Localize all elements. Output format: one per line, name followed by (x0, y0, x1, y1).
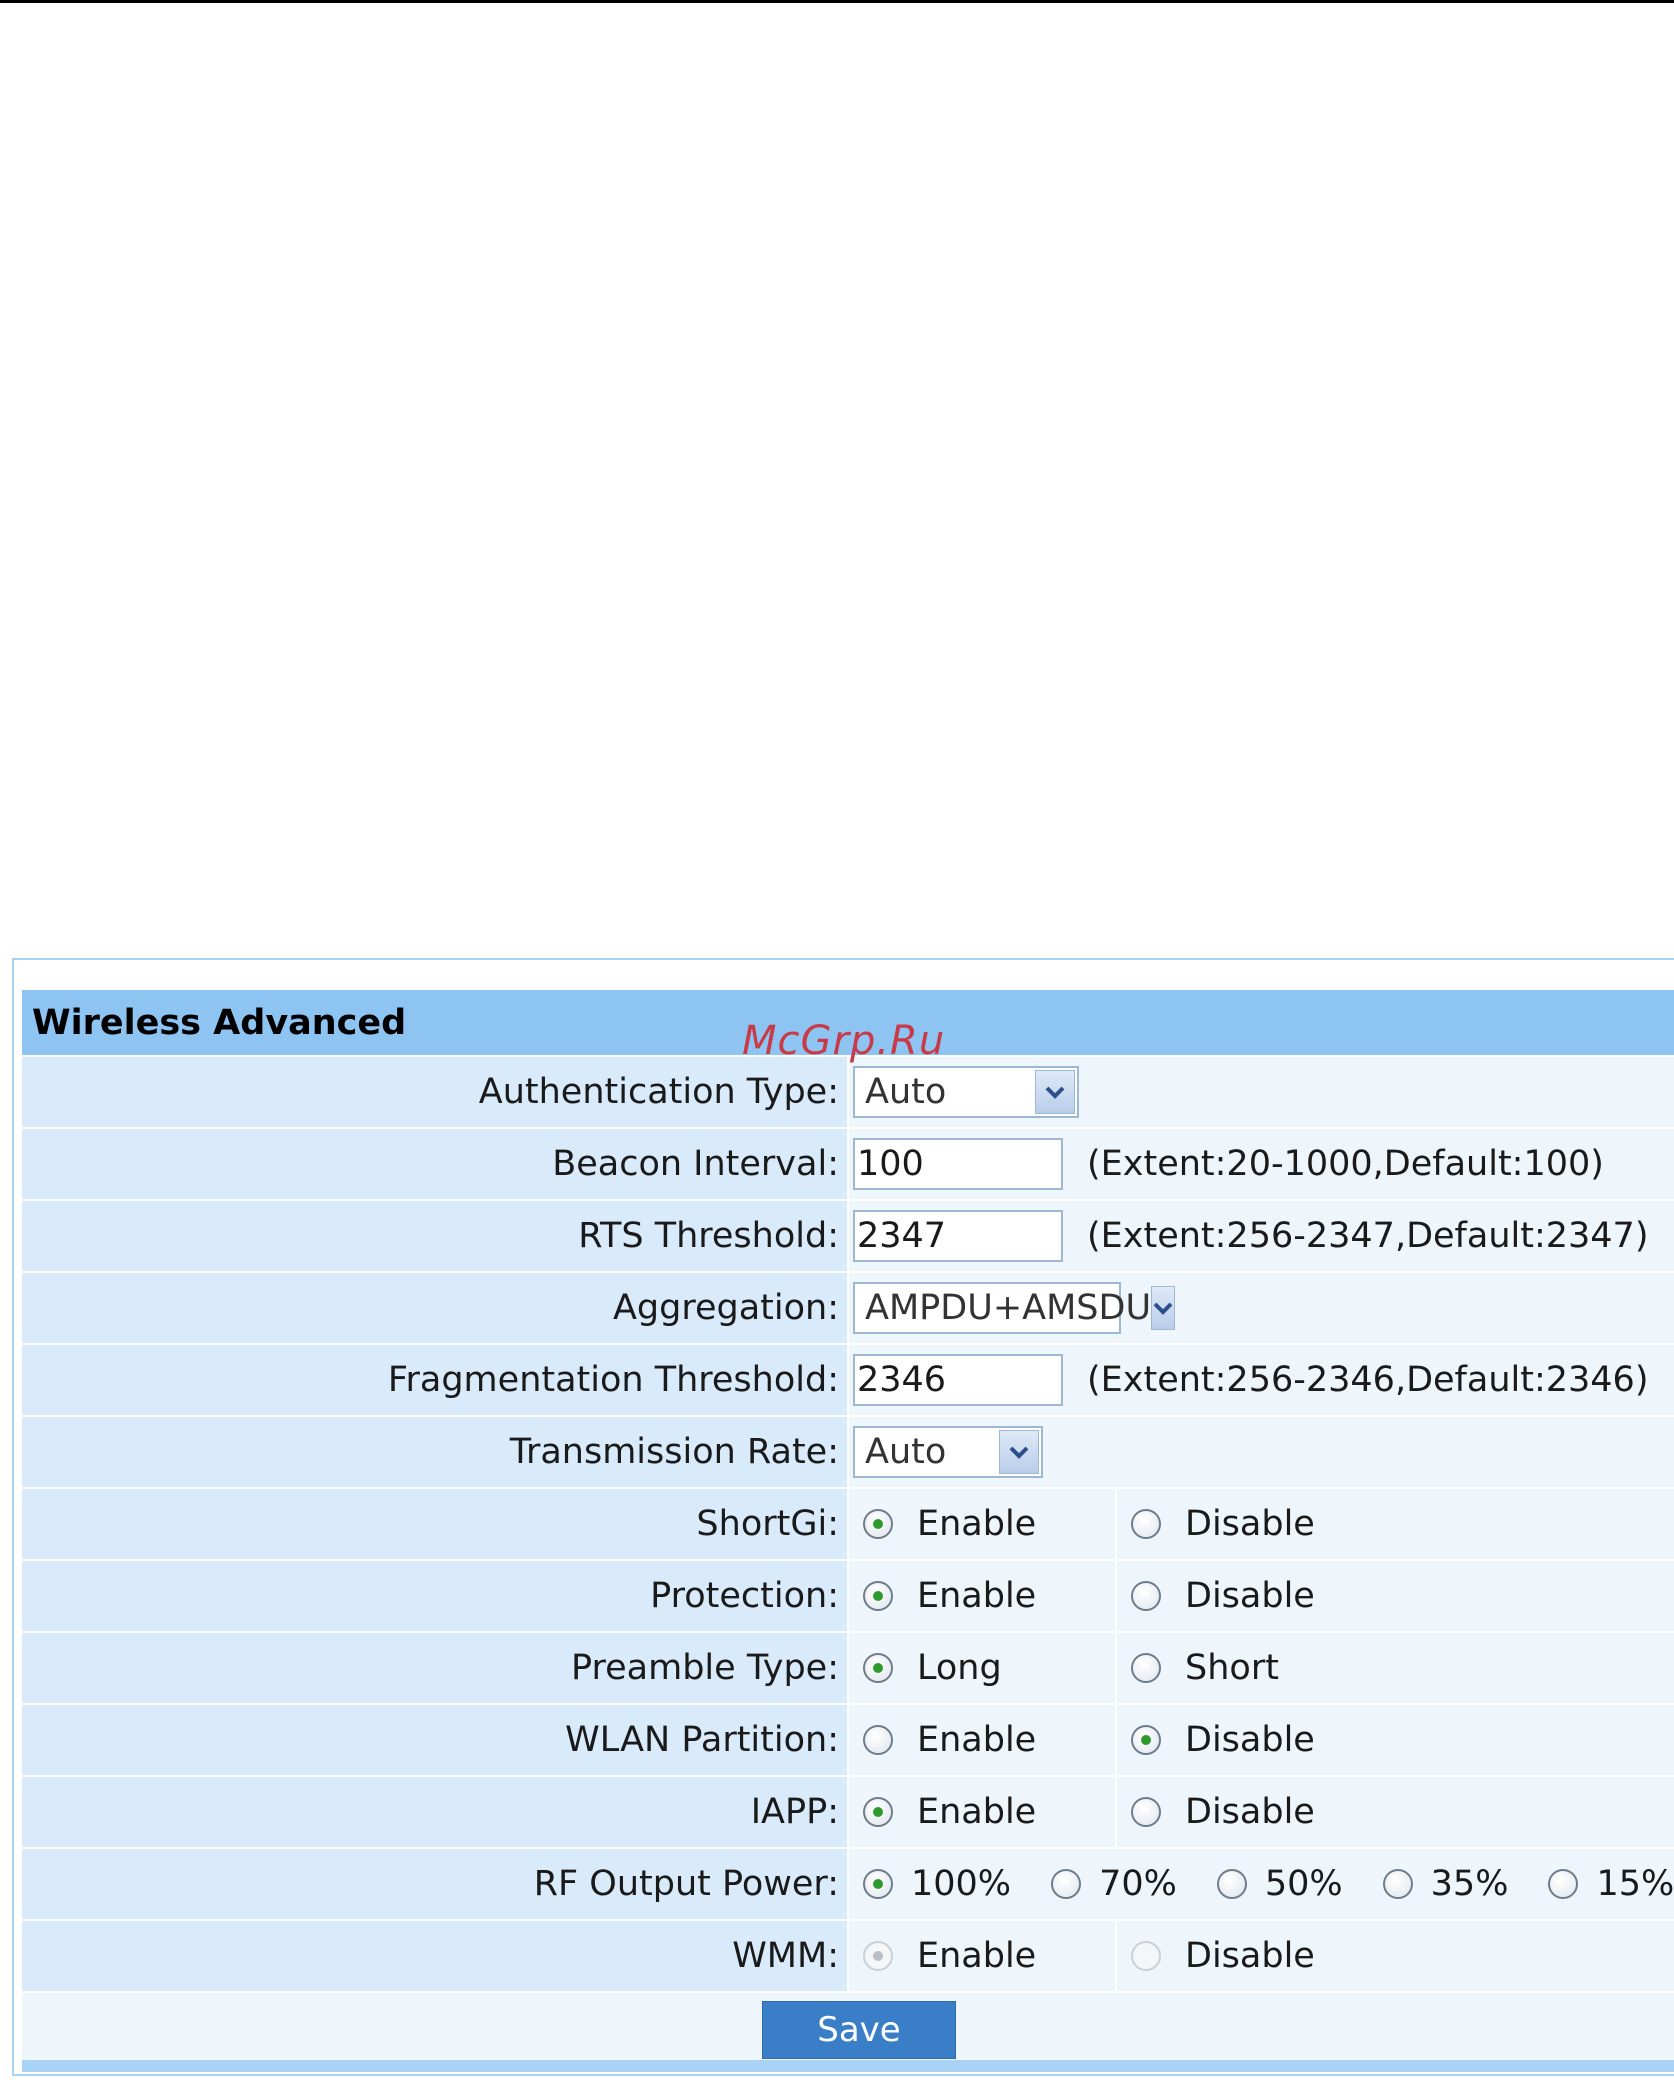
iapp-row: IAPP: Enable Disable (22, 1776, 1674, 1849)
wmm-label: WMM: (22, 1920, 849, 1993)
preamble-label: Preamble Type: (22, 1632, 849, 1705)
beacon-interval-input[interactable] (853, 1138, 1063, 1190)
auth-type-row: Authentication Type: Auto (22, 1056, 1674, 1129)
protection-enable-radio[interactable] (863, 1581, 893, 1611)
aggregation-label: Aggregation: (22, 1272, 849, 1345)
protection-disable-radio[interactable] (1131, 1581, 1161, 1611)
wmm-disable-label: Disable (1185, 1936, 1315, 1976)
tx-rate-select[interactable]: Auto (853, 1426, 1043, 1478)
wireless-advanced-form: Wireless Advanced Authentication Type: A… (22, 990, 1674, 2069)
wlan-partition-row: WLAN Partition: Enable Disable (22, 1704, 1674, 1777)
rf-power-100-label: 100% (911, 1864, 1012, 1904)
beacon-interval-cell: (Extent:20-1000,Default:100) (848, 1128, 1674, 1201)
short-gi-disable-radio[interactable] (1131, 1509, 1161, 1539)
top-rule (0, 0, 1674, 3)
iapp-disable-radio[interactable] (1131, 1797, 1161, 1827)
wlan-partition-enable-radio[interactable] (863, 1725, 893, 1755)
rf-power-15-radio[interactable] (1548, 1869, 1579, 1899)
rf-power-50-label: 50% (1264, 1864, 1343, 1904)
protection-enable-label: Enable (917, 1576, 1037, 1616)
wmm-row: WMM: Enable Disable (22, 1920, 1674, 1993)
wlan-partition-enable-label: Enable (917, 1720, 1037, 1760)
wmm-enable-radio (863, 1941, 893, 1971)
auth-type-label: Authentication Type: (22, 1056, 849, 1129)
frag-threshold-hint: (Extent:256-2346,Default:2346) (1087, 1360, 1649, 1400)
iapp-label: IAPP: (22, 1776, 849, 1849)
short-gi-row: ShortGi: Enable Disable (22, 1488, 1674, 1561)
aggregation-select[interactable]: AMPDU+AMSDU (853, 1282, 1176, 1334)
wlan-partition-disable-radio[interactable] (1131, 1725, 1161, 1755)
wlan-partition-disable-label: Disable (1185, 1720, 1315, 1760)
short-gi-cell: Enable Disable (848, 1488, 1674, 1561)
preamble-short-label: Short (1185, 1648, 1279, 1688)
wmm-enable-label: Enable (917, 1936, 1037, 1976)
rf-power-50-radio[interactable] (1216, 1869, 1247, 1899)
panel-bottom-bar (22, 2060, 1674, 2072)
wmm-cell: Enable Disable (848, 1920, 1674, 1993)
iapp-enable-label: Enable (917, 1792, 1037, 1832)
rf-power-70-radio[interactable] (1051, 1869, 1082, 1899)
save-row: Save (22, 1992, 1674, 2069)
aggregation-select-value: AMPDU+AMSDU (865, 1288, 1152, 1328)
auth-type-cell: Auto (848, 1056, 1674, 1129)
watermark-text: McGrp.Ru (742, 1018, 946, 1064)
wmm-disable-radio (1131, 1941, 1161, 1971)
iapp-enable-radio[interactable] (863, 1797, 893, 1827)
rf-power-cell: 100% 70% 50% 35% 15% (848, 1848, 1674, 1921)
wlan-partition-cell: Enable Disable (848, 1704, 1674, 1777)
protection-label: Protection: (22, 1560, 849, 1633)
protection-row: Protection: Enable Disable (22, 1560, 1674, 1633)
frag-threshold-label: Fragmentation Threshold: (22, 1344, 849, 1417)
rts-threshold-row: RTS Threshold: (Extent:256-2347,Default:… (22, 1200, 1674, 1273)
preamble-short-radio[interactable] (1131, 1653, 1161, 1683)
rf-power-15-label: 15% (1596, 1864, 1674, 1904)
chevron-down-icon[interactable] (1035, 1070, 1075, 1114)
protection-cell: Enable Disable (848, 1560, 1674, 1633)
wlan-partition-label: WLAN Partition: (22, 1704, 849, 1777)
frag-threshold-input[interactable] (853, 1354, 1063, 1406)
rf-power-row: RF Output Power: 100% 70% 50% 35% 15% (22, 1848, 1674, 1921)
save-cell: Save (22, 1992, 1674, 2069)
rts-threshold-hint: (Extent:256-2347,Default:2347) (1087, 1216, 1649, 1256)
frag-threshold-row: Fragmentation Threshold: (Extent:256-234… (22, 1344, 1674, 1417)
rf-power-35-radio[interactable] (1382, 1869, 1413, 1899)
rf-power-35-label: 35% (1430, 1864, 1509, 1904)
beacon-interval-row: Beacon Interval: (Extent:20-1000,Default… (22, 1128, 1674, 1201)
rts-threshold-label: RTS Threshold: (22, 1200, 849, 1273)
aggregation-row: Aggregation: AMPDU+AMSDU (22, 1272, 1674, 1345)
iapp-cell: Enable Disable (848, 1776, 1674, 1849)
rts-threshold-input[interactable] (853, 1210, 1063, 1262)
auth-type-select-value: Auto (865, 1072, 947, 1112)
beacon-interval-hint: (Extent:20-1000,Default:100) (1087, 1144, 1604, 1184)
rts-threshold-cell: (Extent:256-2347,Default:2347) (848, 1200, 1674, 1273)
rf-power-70-label: 70% (1099, 1864, 1177, 1904)
frag-threshold-cell: (Extent:256-2346,Default:2346) (848, 1344, 1674, 1417)
preamble-long-label: Long (917, 1648, 1002, 1688)
save-button[interactable]: Save (762, 2001, 956, 2059)
auth-type-select[interactable]: Auto (853, 1066, 1079, 1118)
preamble-long-radio[interactable] (863, 1653, 893, 1683)
tx-rate-select-value: Auto (865, 1432, 947, 1472)
preamble-row: Preamble Type: Long Short (22, 1632, 1674, 1705)
beacon-interval-label: Beacon Interval: (22, 1128, 849, 1201)
rf-power-100-radio[interactable] (863, 1869, 893, 1899)
tx-rate-row: Transmission Rate: Auto (22, 1416, 1674, 1489)
tx-rate-cell: Auto (848, 1416, 1674, 1489)
protection-disable-label: Disable (1185, 1576, 1315, 1616)
short-gi-enable-label: Enable (917, 1504, 1037, 1544)
short-gi-label: ShortGi: (22, 1488, 849, 1561)
short-gi-disable-label: Disable (1185, 1504, 1315, 1544)
rf-power-label: RF Output Power: (22, 1848, 849, 1921)
chevron-down-icon[interactable] (1151, 1286, 1176, 1330)
chevron-down-icon[interactable] (999, 1430, 1039, 1474)
aggregation-cell: AMPDU+AMSDU (848, 1272, 1674, 1345)
preamble-cell: Long Short (848, 1632, 1674, 1705)
iapp-disable-label: Disable (1185, 1792, 1315, 1832)
short-gi-enable-radio[interactable] (863, 1509, 893, 1539)
tx-rate-label: Transmission Rate: (22, 1416, 849, 1489)
